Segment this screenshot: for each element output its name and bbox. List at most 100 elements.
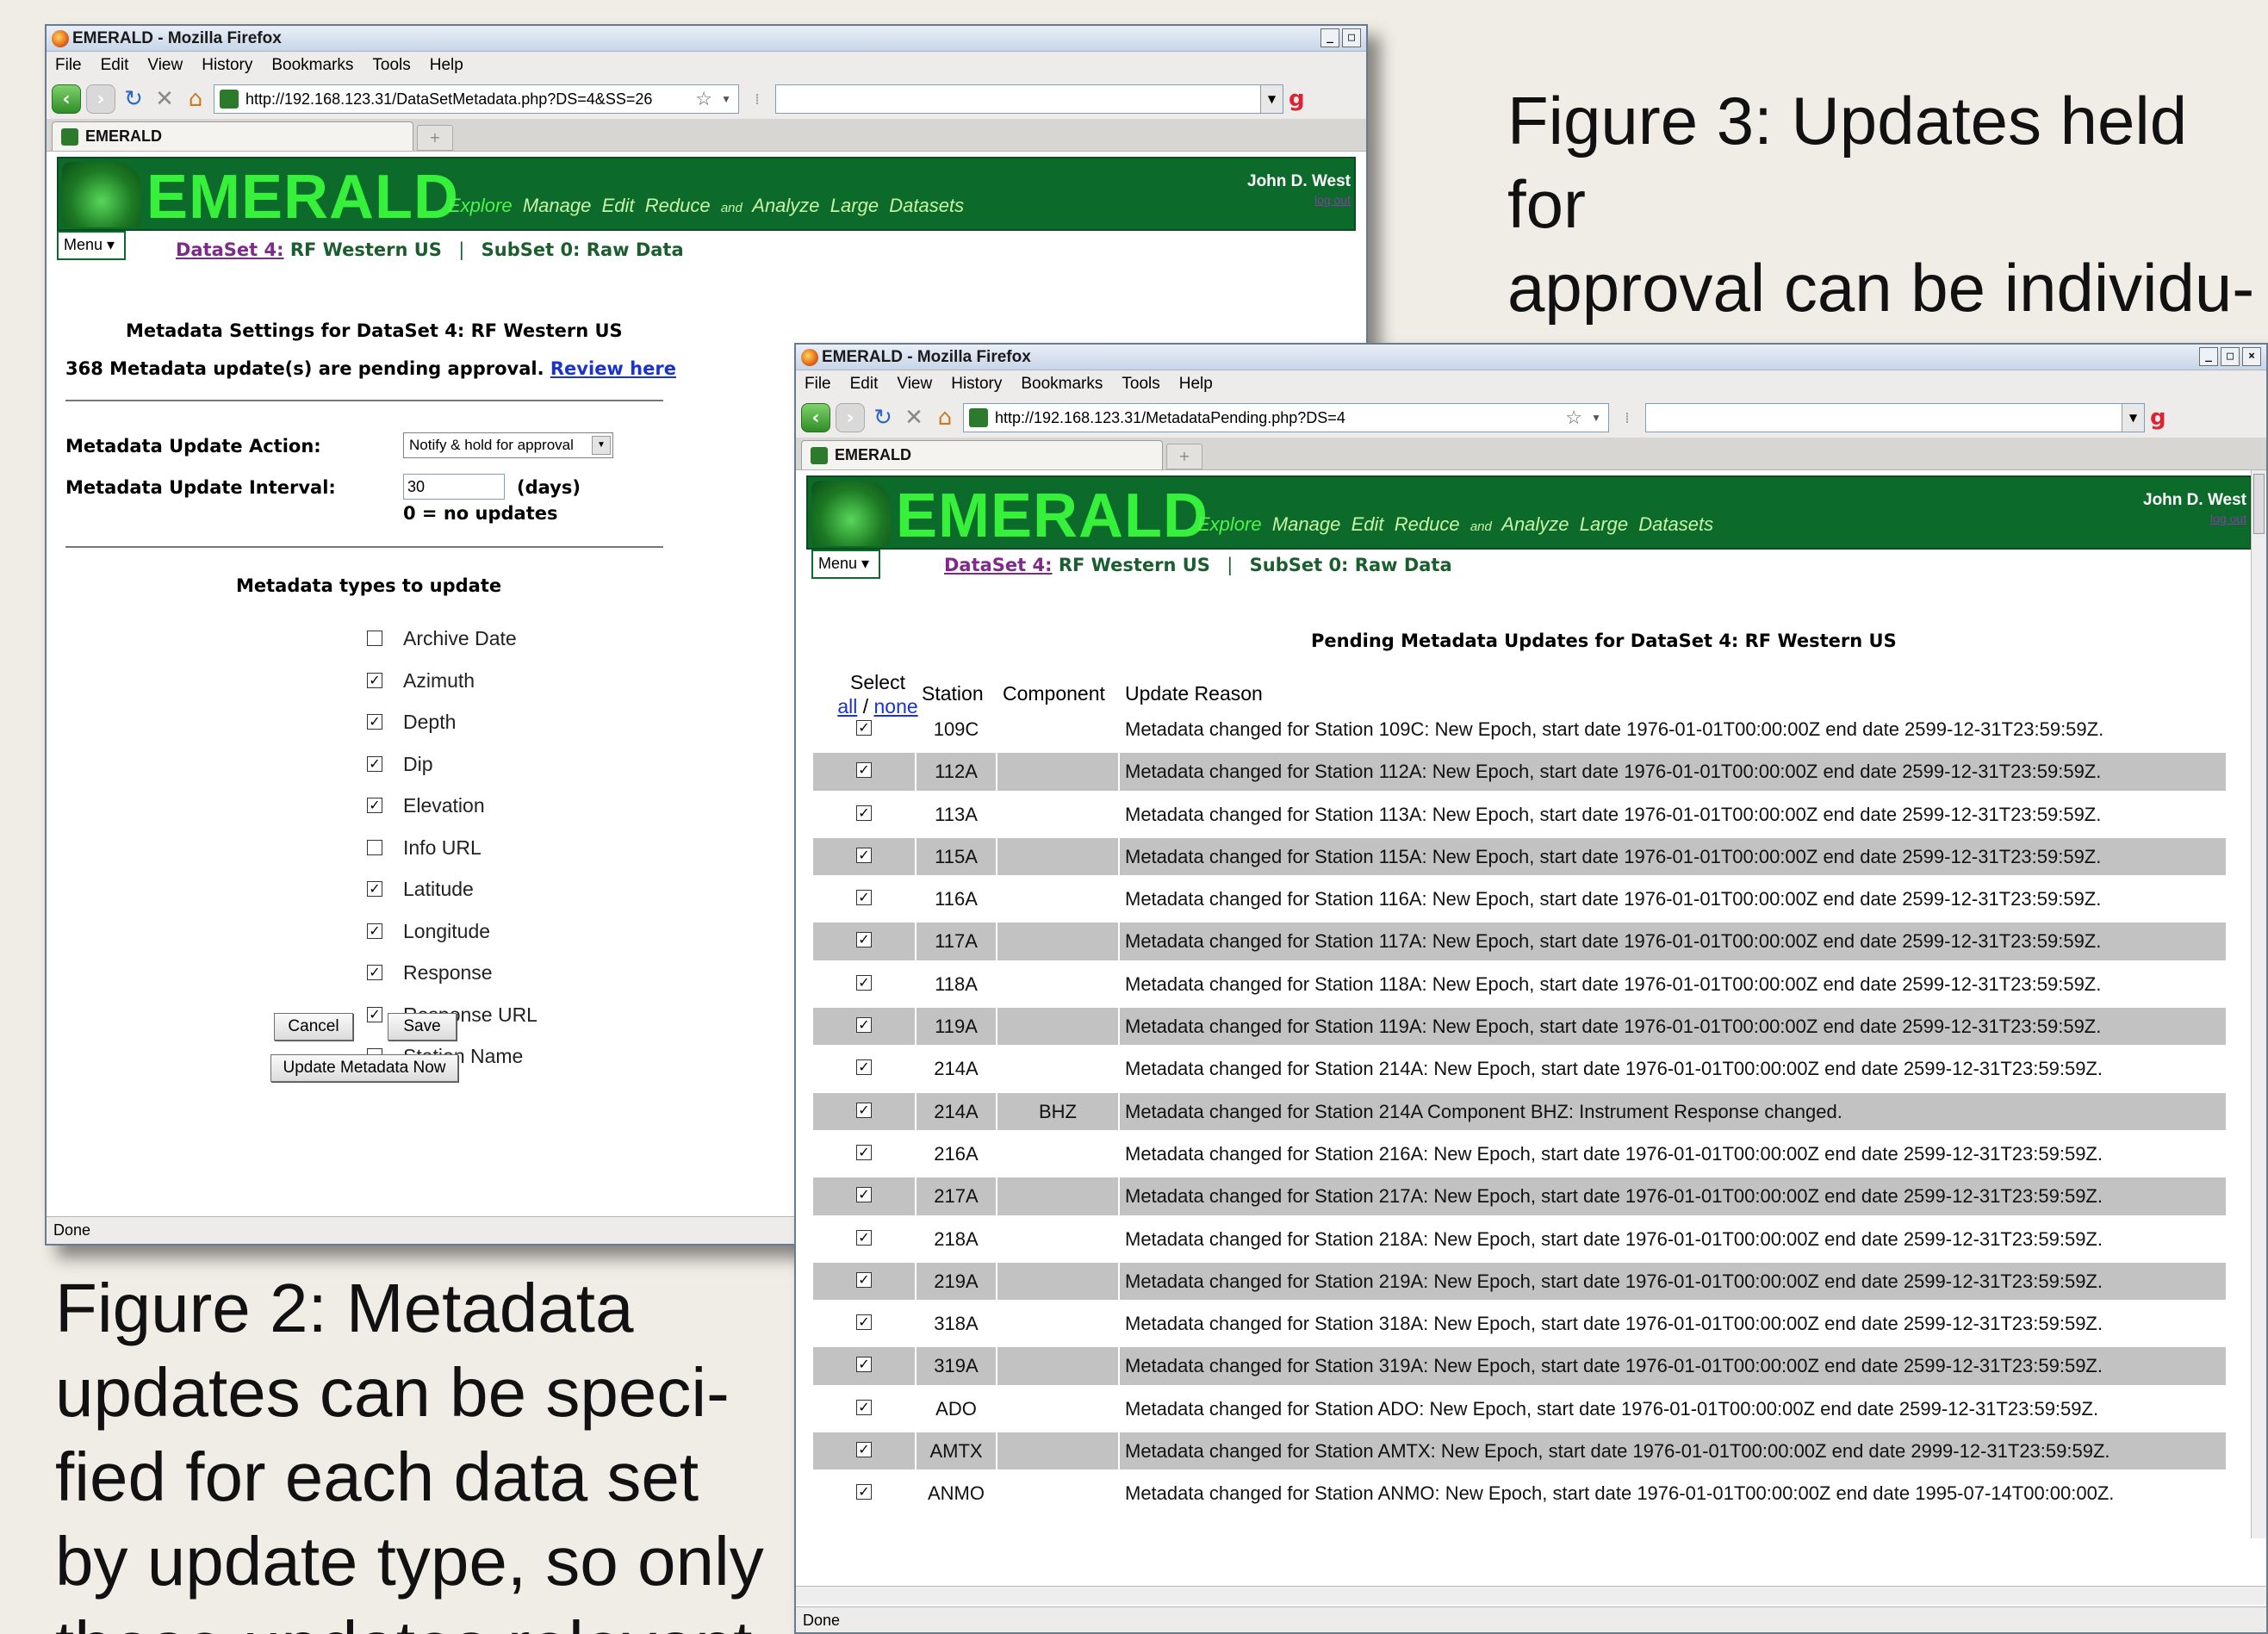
menu-dropdown[interactable]: Menu ▾ — [811, 550, 880, 579]
forward-button[interactable]: › — [86, 84, 115, 114]
row-select-checkbox[interactable]: ✓ — [856, 1314, 872, 1331]
stop-icon[interactable]: ✕ — [901, 405, 927, 431]
bookmark-star-icon[interactable]: ☆ — [695, 88, 712, 110]
menu-history[interactable]: History — [951, 375, 1002, 394]
menu-file[interactable]: File — [805, 375, 831, 394]
forward-button[interactable]: › — [836, 403, 865, 432]
menu-bookmarks[interactable]: Bookmarks — [1021, 375, 1103, 394]
row-select-checkbox[interactable]: ✓ — [856, 1442, 872, 1458]
minimize-button[interactable]: _ — [1320, 28, 1339, 47]
row-select-checkbox[interactable]: ✓ — [856, 1357, 872, 1373]
update-interval-input[interactable]: 30 — [403, 474, 505, 500]
update-metadata-now-button[interactable]: Update Metadata Now — [270, 1054, 458, 1082]
tab-emerald[interactable]: EMERALD — [52, 121, 413, 151]
search-dropdown-icon[interactable]: ▼ — [2122, 404, 2144, 432]
row-select-checkbox[interactable]: ✓ — [856, 720, 872, 736]
menu-edit[interactable]: Edit — [850, 375, 879, 394]
menu-file[interactable]: File — [55, 56, 82, 75]
metadata-type-checkbox[interactable]: ✓ — [367, 965, 382, 980]
update-action-select[interactable]: Notify & hold for approval ▼ — [403, 432, 613, 458]
metadata-type-checkbox[interactable]: ✓ — [367, 798, 382, 813]
metadata-type-checkbox[interactable]: ✓ — [367, 672, 382, 688]
row-select-checkbox[interactable]: ✓ — [856, 762, 872, 779]
bookmark-star-icon[interactable]: ☆ — [1565, 407, 1582, 429]
row-select-checkbox[interactable]: ✓ — [856, 1229, 872, 1246]
menu-dropdown[interactable]: Menu ▾ — [57, 231, 126, 260]
menu-view[interactable]: View — [897, 375, 932, 394]
logout-link[interactable]: log out — [2143, 512, 2246, 525]
table-row: ✓ 109C Metadata changed for Station 109C: … — [813, 708, 2226, 750]
metadata-type-checkbox[interactable]: ✓ — [367, 755, 382, 772]
metadata-type-checkbox[interactable]: ✓ — [367, 1006, 382, 1022]
menu-help[interactable]: Help — [1179, 375, 1213, 394]
menu-tools[interactable]: Tools — [1122, 375, 1159, 394]
scrollbar-thumb[interactable] — [2253, 474, 2265, 534]
tab-emerald[interactable]: EMERALD — [801, 440, 1163, 469]
row-select-checkbox[interactable]: ✓ — [856, 805, 872, 821]
menu-bookmarks[interactable]: Bookmarks — [271, 56, 353, 75]
horizontal-scrollbar[interactable] — [796, 1586, 2266, 1605]
review-link[interactable]: Review here — [550, 358, 676, 379]
user-name: John D. West — [2143, 491, 2246, 509]
back-button[interactable]: ‹ — [52, 84, 81, 114]
url-bar[interactable]: http://192.168.123.31/MetadataPending.ph… — [963, 403, 1609, 432]
url-dropdown-icon[interactable]: ▼ — [1591, 412, 1601, 424]
minimize-button[interactable]: _ — [2199, 347, 2218, 366]
metadata-type-checkbox[interactable]: ✓ — [367, 923, 382, 939]
save-button[interactable]: Save — [388, 1013, 457, 1041]
home-icon[interactable]: ⌂ — [183, 86, 208, 112]
row-select-checkbox[interactable]: ✓ — [856, 932, 872, 948]
reload-icon[interactable]: ↻ — [121, 86, 146, 112]
metadata-type-checkbox[interactable] — [367, 631, 382, 646]
row-select-checkbox[interactable]: ✓ — [856, 1271, 872, 1288]
chevron-down-icon: ▼ — [592, 436, 611, 455]
search-dropdown-icon[interactable]: ▼ — [1260, 85, 1283, 113]
google-icon[interactable]: g — [1289, 86, 1305, 112]
google-icon[interactable]: g — [2150, 405, 2166, 431]
search-bar[interactable]: ▼ — [1645, 403, 2145, 432]
url-dropdown-icon[interactable]: ▼ — [721, 93, 731, 105]
cancel-button[interactable]: Cancel — [274, 1013, 353, 1041]
url-bar[interactable]: http://192.168.123.31/DataSetMetadata.ph… — [214, 84, 739, 114]
vertical-scrollbar[interactable] — [2251, 470, 2266, 1538]
row-select-checkbox[interactable]: ✓ — [856, 1399, 872, 1415]
emerald-logo-icon — [811, 481, 891, 546]
reload-icon[interactable]: ↻ — [870, 405, 896, 431]
metadata-type-checkbox[interactable]: ✓ — [367, 714, 382, 730]
row-select-checkbox[interactable]: ✓ — [856, 1102, 872, 1118]
search-bar[interactable]: ▼ — [775, 84, 1283, 114]
home-icon[interactable]: ⌂ — [932, 405, 958, 431]
new-tab-button[interactable]: + — [417, 125, 453, 151]
row-select-checkbox[interactable]: ✓ — [856, 1017, 872, 1034]
menu-history[interactable]: History — [202, 56, 252, 75]
menu-tools[interactable]: Tools — [372, 56, 410, 75]
emerald-logo-icon — [62, 162, 141, 227]
row-select-checkbox[interactable]: ✓ — [856, 1484, 872, 1500]
table-row: ✓ 217A Metadata changed for Station 217A: … — [813, 1175, 2226, 1217]
logout-link[interactable]: log out — [1247, 193, 1351, 207]
row-select-checkbox[interactable]: ✓ — [856, 1144, 872, 1160]
new-tab-button[interactable]: + — [1166, 444, 1202, 469]
metadata-type-checkbox[interactable] — [367, 839, 382, 855]
stop-icon[interactable]: ✕ — [152, 86, 177, 112]
maximize-button[interactable]: □ — [1342, 28, 1361, 47]
emerald-tagline: Explore Manage Edit Reduce and Analyze L… — [1197, 513, 1713, 536]
close-button[interactable]: × — [2242, 347, 2261, 366]
metadata-type-label: Response — [403, 961, 493, 984]
row-select-checkbox[interactable]: ✓ — [856, 1059, 872, 1076]
row-select-checkbox[interactable]: ✓ — [856, 974, 872, 991]
menu-help[interactable]: Help — [430, 56, 463, 75]
back-button[interactable]: ‹ — [801, 403, 830, 432]
menu-view[interactable]: View — [147, 56, 183, 75]
row-select-checkbox[interactable]: ✓ — [856, 847, 872, 863]
table-cell-background — [997, 1305, 1118, 1342]
dataset-link[interactable]: DataSet 4: — [944, 555, 1053, 575]
emerald-banner: EMERALD Explore Manage Edit Reduce and A… — [806, 475, 2252, 550]
status-bar: Done — [796, 1606, 2266, 1632]
maximize-button[interactable]: □ — [2221, 347, 2240, 366]
metadata-type-checkbox[interactable]: ✓ — [367, 881, 382, 897]
menu-edit[interactable]: Edit — [101, 56, 129, 75]
dataset-link[interactable]: DataSet 4: — [176, 239, 284, 260]
row-select-checkbox[interactable]: ✓ — [856, 890, 872, 906]
row-select-checkbox[interactable]: ✓ — [856, 1187, 872, 1203]
